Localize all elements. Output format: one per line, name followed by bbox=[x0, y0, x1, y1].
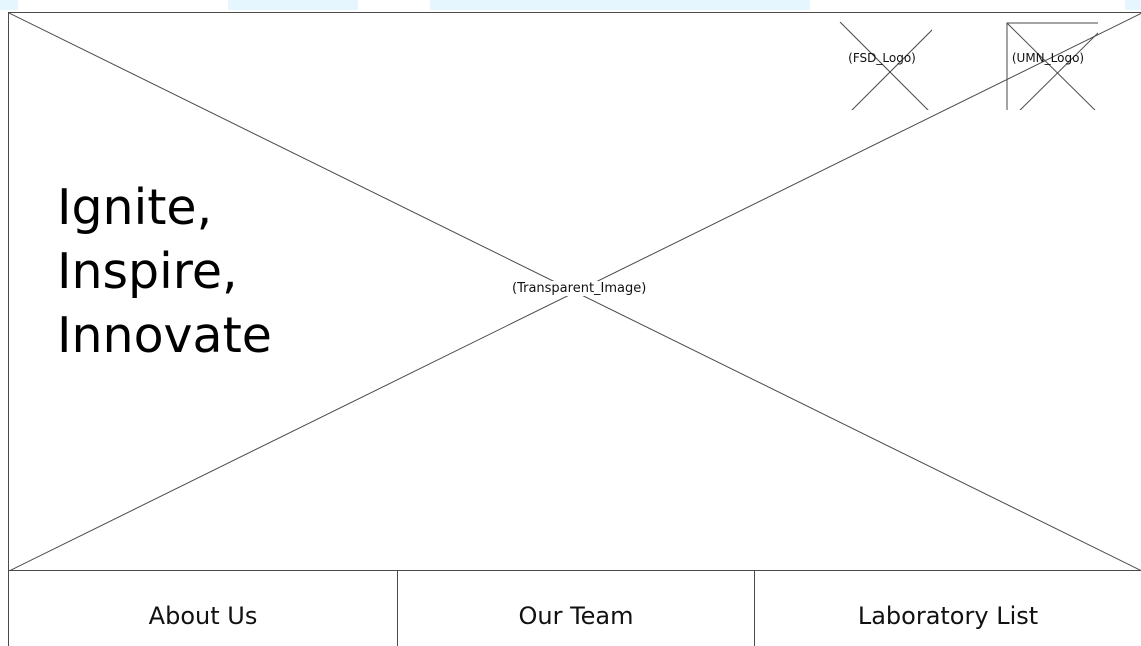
top-accent-bar bbox=[0, 0, 18, 10]
umn-logo-label: (UMN_Logo) bbox=[1011, 51, 1085, 65]
page: (Transparent_Image) Ignite, Inspire, Inn… bbox=[0, 0, 1141, 646]
nav-item-about-us[interactable]: About Us bbox=[8, 571, 397, 646]
top-accent-bar bbox=[228, 0, 358, 10]
top-accent-bar bbox=[1125, 0, 1141, 10]
top-accent-bar bbox=[430, 0, 810, 10]
nav-item-our-team[interactable]: Our Team bbox=[397, 571, 754, 646]
fsd-logo-label: (FSD_Logo) bbox=[848, 51, 916, 65]
nav-item-laboratory-list[interactable]: Laboratory List bbox=[754, 571, 1141, 646]
umn-logo[interactable]: (UMN_Logo) bbox=[998, 10, 1098, 110]
nav-item-label: About Us bbox=[148, 601, 258, 630]
fsd-logo[interactable]: (FSD_Logo) bbox=[832, 10, 932, 110]
tagline-line: Innovate bbox=[57, 307, 272, 364]
tagline-line: Ignite, bbox=[57, 179, 213, 236]
nav-item-label: Our Team bbox=[518, 601, 634, 630]
hero-tagline: Ignite, Inspire, Innovate bbox=[57, 176, 272, 368]
nav-item-label: Laboratory List bbox=[857, 601, 1039, 630]
bottom-nav: About Us Our Team Laboratory List bbox=[8, 570, 1141, 646]
tagline-line: Inspire, bbox=[57, 243, 238, 300]
hero-image-label: (Transparent_Image) bbox=[511, 281, 648, 296]
